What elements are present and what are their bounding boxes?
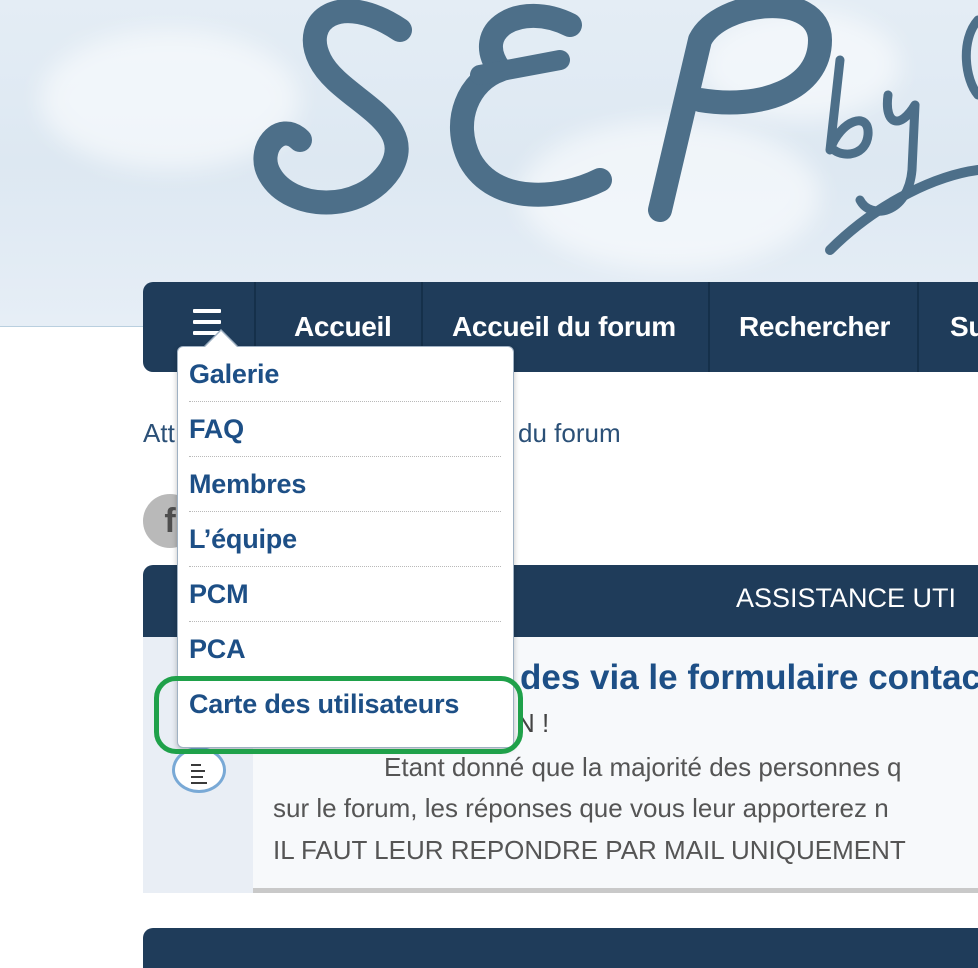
topic-title-link[interactable]: des via le formulaire contac: [520, 658, 978, 698]
topic-text-line: IL FAUT LEUR REPONDRE PAR MAIL UNIQUEMEN…: [273, 835, 906, 865]
header-banner: [0, 0, 978, 327]
menu-item-pca[interactable]: PCA: [189, 622, 501, 677]
highlight-outline: [154, 676, 523, 754]
site-logo[interactable]: [0, 0, 978, 327]
next-section-header: [143, 928, 978, 968]
breadcrumb-lead[interactable]: Att: [143, 418, 175, 449]
nav-next[interactable]: Su: [950, 282, 978, 372]
menu-item-gallery[interactable]: Galerie: [189, 347, 501, 402]
menu-item-members[interactable]: Membres: [189, 457, 501, 512]
breadcrumb-forum-link[interactable]: du forum: [518, 418, 621, 449]
topic-text-line: Etant donné que la majorité des personne…: [384, 752, 902, 782]
section-title: ASSISTANCE UTI: [736, 583, 957, 613]
menu-item-team[interactable]: L’équipe: [189, 512, 501, 567]
menu-item-pcm[interactable]: PCM: [189, 567, 501, 622]
nav-search[interactable]: Rechercher: [739, 282, 890, 372]
menu-item-faq[interactable]: FAQ: [189, 402, 501, 457]
topic-text-line: sur le forum, les réponses que vous leur…: [273, 793, 889, 823]
